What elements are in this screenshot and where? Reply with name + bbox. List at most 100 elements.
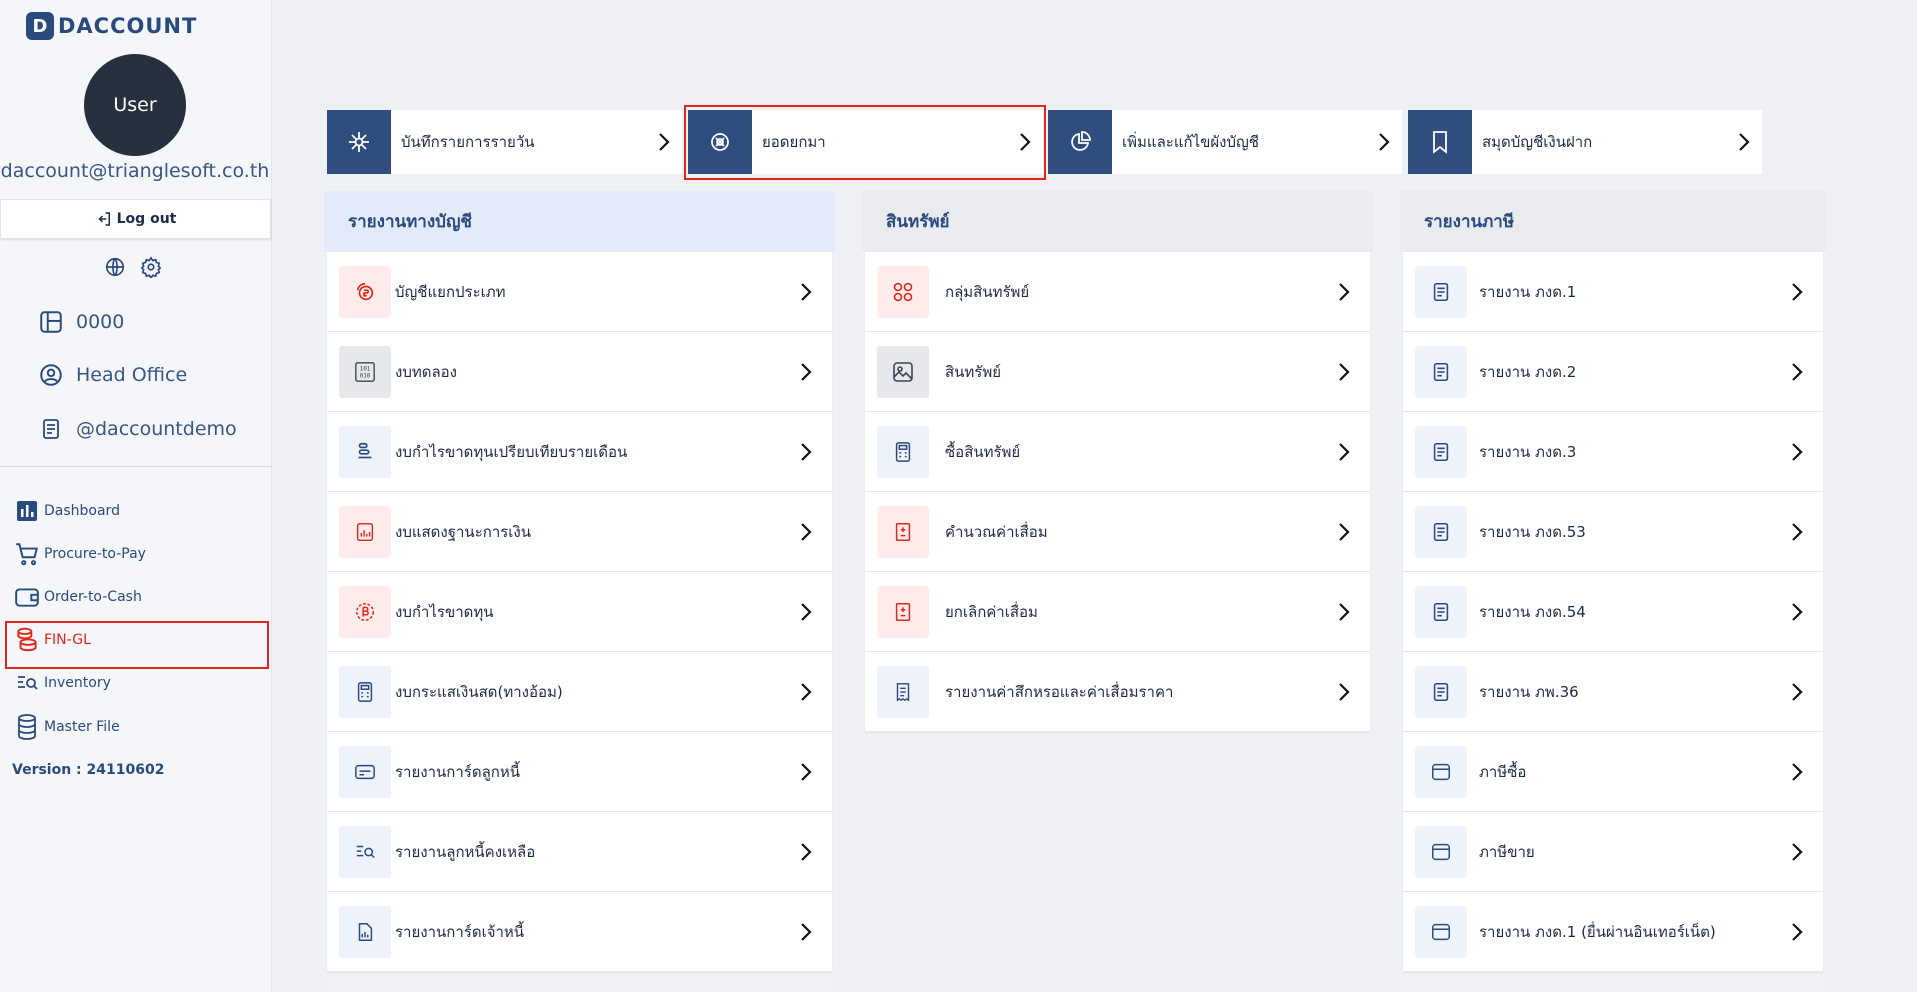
chevron-right-icon	[1730, 128, 1758, 156]
chevron-right-icon	[792, 518, 820, 546]
document-icon	[1415, 425, 1467, 478]
nav-item-dashboard[interactable]: Dashboard	[12, 494, 264, 528]
chevron-right-icon	[792, 438, 820, 466]
report-row[interactable]: 101 010 งบทดลอง	[327, 332, 832, 412]
svg-text:101: 101	[360, 365, 371, 372]
chevron-right-icon	[792, 358, 820, 386]
report-row[interactable]: บัญชีแยกประเภท	[327, 252, 832, 332]
nav-item-master-file[interactable]: Master File	[12, 710, 264, 744]
chevron-right-icon	[1783, 918, 1811, 946]
report-row[interactable]: ยกเลิกค่าเสื่อม	[865, 572, 1370, 652]
logout-label: Log out	[116, 211, 177, 227]
report-row[interactable]: รายงานค่าสึกหรอและค่าเสื่อมราคา	[865, 652, 1370, 732]
report-row[interactable]: รายงาน ภงด.1 (ยื่นผ่านอินเทอร์เน็ต)	[1403, 892, 1823, 972]
report-label: สินทรัพย์	[945, 362, 1002, 381]
report-row[interactable]: งบแสดงฐานะการเงิน	[327, 492, 832, 572]
quick-chart-of-accounts-button[interactable]: เพิ่มและแก้ไขผังบัญชี	[1048, 110, 1402, 174]
chevron-right-icon	[792, 278, 820, 306]
bookmark-icon	[1408, 110, 1472, 174]
browser-icon	[1415, 825, 1467, 878]
report-row[interactable]: รายงานลูกหนี้คงเหลือ	[327, 812, 832, 892]
report-row[interactable]: รายงานการ์ดเจ้าหนี้	[327, 892, 832, 972]
logo-text: DACCOUNT	[58, 14, 198, 38]
report-row[interactable]: งบกระแสเงินสด(ทางอ้อม)	[327, 652, 832, 732]
report-row[interactable]: ภาษีซื้อ	[1403, 732, 1823, 812]
report-row[interactable]: รายงาน ภงด.2	[1403, 332, 1823, 412]
report-row[interactable]: ภาษีขาย	[1403, 812, 1823, 892]
browser-icon	[1415, 745, 1467, 798]
document-icon	[1415, 345, 1467, 398]
nav-item-label: Inventory	[44, 675, 111, 691]
chevron-right-icon	[792, 758, 820, 786]
user-circle-icon	[38, 362, 64, 388]
nav-item-label: Dashboard	[44, 503, 120, 519]
nav-item-order-to-cash[interactable]: Order-to-Cash	[12, 580, 264, 614]
document-icon	[1415, 665, 1467, 718]
card-icon	[339, 745, 391, 798]
chevron-right-icon	[1783, 518, 1811, 546]
asset-list: กลุ่มสินทรัพย์สินทรัพย์ซื้อสินทรัพย์ คำนว…	[862, 252, 1373, 732]
company-code-row[interactable]: 0000	[38, 309, 124, 335]
nav-active-highlight	[5, 621, 269, 669]
nav-item-inventory[interactable]: Inventory	[12, 666, 264, 700]
report-row[interactable]: สินทรัพย์	[865, 332, 1370, 412]
quick-bank-book-button[interactable]: สมุดบัญชีเงินฝาก	[1408, 110, 1762, 174]
coin-loop-icon	[339, 265, 391, 318]
report-row[interactable]: คำนวณค่าเสื่อม	[865, 492, 1370, 572]
nav-item-procure-to-pay[interactable]: Procure-to-Pay	[12, 537, 264, 571]
avatar[interactable]: User	[84, 54, 186, 156]
browser-icon	[1415, 905, 1467, 958]
report-row[interactable]: รายงาน ภงด.54	[1403, 572, 1823, 652]
report-label: รายงานการ์ดเจ้าหนี้	[395, 922, 525, 941]
grid-circles-icon	[877, 265, 929, 318]
sidebar: D DACCOUNT User daccount@trianglesoft.co…	[0, 0, 272, 992]
report-label: บัญชีแยกประเภท	[395, 282, 506, 301]
report-label: รายงาน ภพ.36	[1479, 682, 1579, 701]
pie-chart-icon	[1048, 110, 1112, 174]
chevron-right-icon	[1783, 838, 1811, 866]
report-row[interactable]: รายงาน ภงด.3	[1403, 412, 1823, 492]
report-row[interactable]: รายงาน ภพ.36	[1403, 652, 1823, 732]
report-label: งบแสดงฐานะการเงิน	[395, 522, 532, 541]
report-row[interactable]: ซื้อสินทรัพย์	[865, 412, 1370, 492]
report-label: งบกระแสเงินสด(ทางอ้อม)	[395, 682, 563, 701]
document-icon	[38, 416, 64, 442]
chevron-right-icon	[792, 918, 820, 946]
report-row[interactable]: รายงานการ์ดลูกหนี้	[327, 732, 832, 812]
report-row[interactable]: รายงาน ภงด.1	[1403, 252, 1823, 332]
branch-row[interactable]: Head Office	[38, 362, 187, 388]
quick-daily-journal-button[interactable]: บันทึกรายการรายวัน	[327, 110, 682, 174]
accounting-reports-panel: รายงานทางบัญชี บัญชีแยกประเภท 101 010 งบทดล…	[324, 191, 835, 992]
report-row[interactable]: งบกำไรขาดทุน	[327, 572, 832, 652]
nav-item-label: Master File	[44, 719, 120, 735]
wallet-icon	[12, 582, 42, 612]
report-label: รายงาน ภงด.53	[1479, 522, 1586, 541]
chevron-right-icon	[1783, 678, 1811, 706]
nav-item-label: Procure-to-Pay	[44, 546, 146, 562]
globe-icon[interactable]	[104, 256, 126, 278]
panel-title: สินทรัพย์	[862, 191, 1373, 252]
account-row[interactable]: @daccountdemo	[38, 416, 237, 442]
document-icon	[1415, 265, 1467, 318]
gear-icon[interactable]	[140, 256, 162, 278]
chevron-right-icon	[1330, 598, 1358, 626]
logout-button[interactable]: Log out	[0, 199, 271, 239]
doc-plus-minus-icon	[877, 585, 929, 638]
document-icon	[1415, 505, 1467, 558]
company-code: 0000	[76, 311, 125, 333]
calculator-icon	[339, 665, 391, 718]
report-label: รายงานค่าสึกหรอและค่าเสื่อมราคา	[945, 682, 1174, 701]
svg-text:010: 010	[360, 372, 371, 379]
app-version: Version : 24110602	[12, 762, 165, 778]
user-email: daccount@trianglesoft.co.th	[0, 160, 270, 182]
chevron-right-icon	[792, 598, 820, 626]
panel-title: รายงานทางบัญชี	[324, 191, 835, 252]
report-label: ภาษีซื้อ	[1479, 762, 1527, 781]
list-search-icon	[12, 668, 42, 698]
report-label: ยกเลิกค่าเสื่อม	[945, 602, 1038, 621]
report-row[interactable]: กลุ่มสินทรัพย์	[865, 252, 1370, 332]
app-logo[interactable]: D DACCOUNT	[26, 12, 197, 40]
report-row[interactable]: งบกำไรขาดทุนเปรียบเทียบรายเดือน	[327, 412, 832, 492]
report-label: รายงาน ภงด.1	[1479, 282, 1577, 301]
report-row[interactable]: รายงาน ภงด.53	[1403, 492, 1823, 572]
